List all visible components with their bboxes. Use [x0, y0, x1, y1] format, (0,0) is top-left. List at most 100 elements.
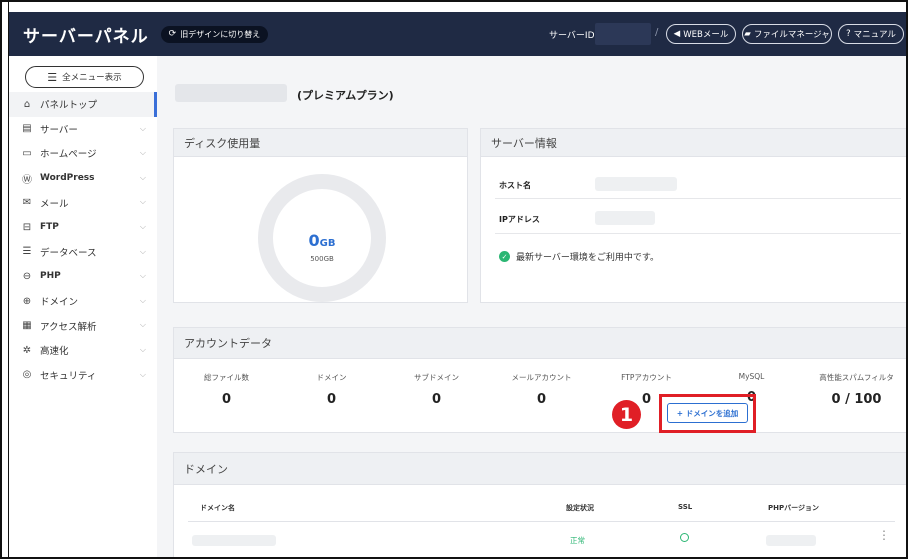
all-menu-label: 全メニュー表示 [62, 73, 122, 83]
sidebar-item-label: メール [40, 198, 69, 210]
help-icon: ? [846, 29, 851, 39]
folder-icon: ▰ [744, 29, 751, 39]
account-stat: 総ファイル数 0 [174, 372, 279, 407]
check-circle-icon: ✓ [499, 251, 510, 262]
stat-label: MySQL [738, 372, 765, 381]
stat-value: 0 / 100 [831, 392, 882, 407]
ip-label: IPアドレス [499, 215, 540, 224]
server-info-card: サーバー情報 ホスト名 IPアドレス ✓ 最新サーバー環境をご利用中です。 [480, 128, 906, 303]
disk-usage-title: ディスク使用量 [174, 129, 467, 157]
more-options-icon[interactable]: ⋮ [878, 528, 890, 542]
php-version-redacted [766, 535, 816, 546]
wordpress-icon: Ⓦ [22, 174, 32, 186]
chevron-down-icon: ⌵ [139, 344, 146, 354]
stat-value: 0 [536, 392, 547, 407]
sidebar-item-label: サーバー [40, 124, 78, 136]
file-manager-button[interactable]: ▰ ファイルマネージャ [742, 24, 832, 44]
server-id-value [595, 23, 651, 45]
account-stats: 総ファイル数 0 ドメイン 0 サブドメイン 0 メールアカウント 0 FTPアカウント 0 MyS… [174, 372, 906, 407]
disk-usage-card: ディスク使用量 0GB 500GB [173, 128, 468, 303]
sidebar-item-window[interactable]: ▭ ホームページ ⌵ [9, 141, 154, 166]
stat-value: 0 [326, 392, 337, 407]
domain-name-redacted[interactable] [192, 535, 276, 546]
chevron-down-icon: ⌵ [139, 369, 146, 379]
sidebar-item-wordpress[interactable]: Ⓦ WordPress ⌵ [9, 166, 154, 191]
globe-icon: ⊕ [22, 295, 32, 307]
disk-used-value: 0GB [308, 231, 336, 250]
account-data-card: アカウントデータ 総ファイル数 0 ドメイン 0 サブドメイン 0 メールアカウント 0 FTP… [173, 327, 906, 433]
chevron-down-icon: ⌵ [139, 123, 146, 133]
chart-icon: ▦ [22, 320, 32, 332]
sidebar-item-globe[interactable]: ⊕ ドメイン ⌵ [9, 289, 154, 314]
sidebar-item-speed[interactable]: ✲ 高速化 ⌵ [9, 338, 154, 363]
switch-icon: ⟳ [168, 29, 177, 39]
old-design-toggle-button[interactable]: ⟳ 旧デザインに切り替え [160, 25, 269, 43]
shield-icon: ◎ [22, 369, 32, 381]
server-status: ✓ 最新サーバー環境をご利用中です。 [499, 250, 659, 263]
server-status-text: 最新サーバー環境をご利用中です。 [516, 253, 660, 263]
brand-title: サーバーパネル [23, 26, 149, 47]
chevron-down-icon: ⌵ [139, 172, 146, 182]
account-stat: 高性能スパムフィルタ 0 / 100 [804, 372, 906, 407]
ip-value-redacted [595, 211, 655, 225]
server-icon: ▤ [22, 123, 32, 135]
account-name-redacted [175, 84, 287, 102]
sidebar-item-server[interactable]: ▤ サーバー ⌵ [9, 117, 154, 142]
sidebar-item-php[interactable]: ⊖ PHP ⌵ [9, 264, 154, 289]
domain-title: ドメイン [174, 453, 906, 485]
window-icon: ▭ [22, 147, 32, 159]
divider [495, 233, 901, 234]
account-stat: ドメイン 0 [279, 372, 384, 407]
chevron-down-icon: ⌵ [139, 295, 146, 305]
host-value-redacted [595, 177, 677, 191]
divider [188, 521, 895, 522]
column-php-version: PHPバージョン [768, 504, 819, 512]
sidebar-nav: ⌂ パネルトップ ▤ サーバー ⌵ ▭ ホームページ ⌵ Ⓦ WordPress ⌵ ✉ メール ⌵ ⊟ FT… [9, 92, 157, 388]
sidebar-item-shield[interactable]: ◎ セキュリティ ⌵ [9, 363, 154, 388]
sidebar-item-label: アクセス解析 [40, 321, 97, 333]
home-icon: ⌂ [23, 98, 31, 110]
chevron-down-icon: ⌵ [139, 148, 146, 158]
host-label: ホスト名 [499, 181, 531, 190]
server-id-label: サーバーID [549, 31, 595, 41]
sidebar-item-ftp[interactable]: ⊟ FTP ⌵ [9, 215, 154, 240]
sidebar: ☰ 全メニュー表示 ⌂ パネルトップ ▤ サーバー ⌵ ▭ ホームページ ⌵ Ⓦ WordPres… [9, 56, 157, 557]
stat-label: 総ファイル数 [204, 373, 249, 382]
database-icon: ☰ [22, 246, 32, 258]
sidebar-item-database[interactable]: ☰ データベース ⌵ [9, 240, 154, 265]
add-domain-button[interactable]: + ドメインを追加 [667, 403, 748, 423]
sidebar-item-chart[interactable]: ▦ アクセス解析 ⌵ [9, 313, 154, 338]
manual-button[interactable]: ? マニュアル [838, 24, 904, 44]
domain-status: 正常 [570, 536, 585, 545]
webmail-button[interactable]: ◀ WEBメール [666, 24, 736, 44]
plan-label: (プレミアムプラン) [297, 89, 394, 102]
webmail-label: WEBメール [683, 30, 729, 40]
stat-label: ドメイン [316, 373, 347, 382]
old-design-label: 旧デザインに切り替え [180, 29, 261, 39]
account-stat: サブドメイン 0 [384, 372, 489, 407]
account-data-title: アカウントデータ [174, 328, 906, 359]
sidebar-item-label: ホームページ [40, 149, 97, 161]
all-menu-button[interactable]: ☰ 全メニュー表示 [25, 66, 144, 88]
speed-icon: ✲ [22, 344, 32, 356]
hamburger-icon: ☰ [47, 70, 58, 84]
sidebar-item-label: FTP [40, 222, 59, 233]
stat-label: メールアカウント [511, 373, 572, 382]
mail-icon: ✉ [22, 197, 32, 209]
sidebar-item-home[interactable]: ⌂ パネルトップ [9, 92, 157, 117]
sidebar-item-mail[interactable]: ✉ メール ⌵ [9, 190, 154, 215]
send-icon: ◀ [673, 29, 681, 39]
sidebar-item-label: WordPress [40, 173, 95, 184]
stat-label: FTPアカウント [621, 373, 672, 382]
stat-value: 0 [221, 392, 232, 407]
chevron-down-icon: ⌵ [139, 197, 146, 207]
chevron-down-icon: ⌵ [139, 221, 146, 231]
chevron-down-icon: ⌵ [139, 246, 146, 256]
ftp-icon: ⊟ [22, 221, 32, 233]
ssl-status-icon [680, 533, 689, 542]
stat-value: 0 [431, 392, 442, 407]
chevron-down-icon: ⌵ [139, 320, 146, 330]
stat-label: サブドメイン [414, 373, 459, 382]
header-separator: / [655, 27, 659, 38]
top-header: サーバーパネル ⟳ 旧デザインに切り替え サーバーID / ◀ WEBメール ▰… [9, 12, 906, 56]
